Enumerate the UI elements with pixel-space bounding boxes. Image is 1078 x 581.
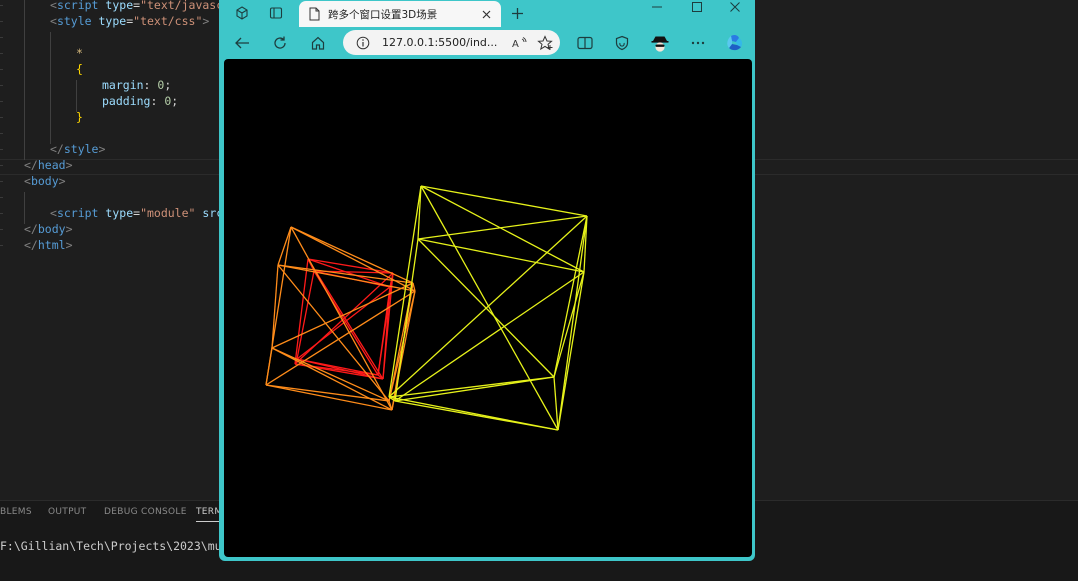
- cube-edge: [417, 238, 585, 273]
- inprivate-icon[interactable]: [649, 32, 671, 54]
- cube-edge: [394, 238, 419, 402]
- cube-edge: [277, 226, 292, 266]
- code-line[interactable]: </head>: [24, 157, 73, 173]
- cube-diagonal: [394, 400, 559, 431]
- code-line[interactable]: {: [76, 61, 83, 77]
- indent-guide: [24, 0, 25, 160]
- indent-guide: [24, 192, 25, 224]
- url-text[interactable]: 127.0.0.1:5500/ind...: [382, 36, 504, 49]
- cube-diagonal: [377, 272, 394, 376]
- code-line[interactable]: margin: 0;: [102, 77, 171, 93]
- cube-edge: [265, 384, 393, 411]
- cube-diagonal: [388, 376, 555, 398]
- orange-wireframe-cube: [265, 226, 416, 411]
- minimize-icon[interactable]: [639, 0, 675, 14]
- line-gutter: [0, 0, 8, 260]
- cube-diagonal: [417, 215, 588, 240]
- tab-output[interactable]: OUTPUT: [48, 507, 86, 517]
- code-line[interactable]: </html>: [24, 237, 73, 253]
- refresh-icon[interactable]: [269, 32, 291, 54]
- code-line[interactable]: }: [76, 109, 83, 125]
- yellow-wireframe-cube: [388, 185, 588, 431]
- cube-diagonal: [417, 238, 555, 378]
- svg-text:A: A: [512, 39, 519, 50]
- cube-diagonal: [277, 264, 390, 402]
- tab-strip: 跨多个窗口设置3D场景: [219, 0, 755, 27]
- workspaces-icon[interactable]: [231, 4, 253, 22]
- cube-diagonal: [388, 215, 588, 398]
- new-tab-icon[interactable]: [507, 4, 527, 22]
- cube-edge: [271, 264, 279, 349]
- terminal-prompt[interactable]: F:\Gillian\Tech\Projects\2023\multipl: [0, 539, 256, 553]
- address-bar[interactable]: 127.0.0.1:5500/ind... A: [343, 30, 560, 55]
- read-aloud-icon[interactable]: A: [511, 34, 529, 52]
- tab-problems[interactable]: BLEMS: [0, 507, 32, 517]
- cube-diagonal: [271, 282, 414, 349]
- browser-toolbar: 127.0.0.1:5500/ind... A: [219, 27, 755, 58]
- 3d-scene: [265, 185, 588, 431]
- code-line[interactable]: <style type="text/css">: [50, 13, 209, 29]
- code-line[interactable]: <body>: [24, 173, 66, 189]
- page-icon: [308, 7, 320, 21]
- cube-edge: [557, 215, 588, 431]
- cube-diagonal: [294, 272, 394, 365]
- indent-guide: [76, 80, 77, 112]
- cube-edge: [553, 376, 559, 431]
- tab-actions-icon[interactable]: [265, 4, 287, 22]
- split-screen-icon[interactable]: [574, 32, 596, 54]
- cube-diagonal: [290, 226, 393, 411]
- cube-diagonal: [271, 347, 393, 411]
- code-line[interactable]: </style>: [50, 141, 105, 157]
- close-window-icon[interactable]: [717, 0, 753, 14]
- cube-diagonal: [394, 271, 585, 402]
- cube-edge: [265, 347, 273, 386]
- code-line[interactable]: <script type="text/javascr: [50, 0, 230, 13]
- maximize-icon[interactable]: [679, 0, 715, 14]
- site-info-icon[interactable]: [355, 35, 371, 51]
- cube-diagonal: [277, 264, 416, 292]
- browser-window: 跨多个窗口设置3D场景 127.0.0.1:5500/ind... A: [219, 0, 755, 561]
- code-line[interactable]: <script type="module" src=: [50, 205, 230, 221]
- webgl-canvas[interactable]: [224, 59, 752, 557]
- code-line[interactable]: *: [76, 45, 83, 61]
- tab-debug-console[interactable]: DEBUG CONSOLE: [104, 507, 187, 517]
- favorite-icon[interactable]: [536, 34, 554, 52]
- home-icon[interactable]: [307, 32, 329, 54]
- code-line[interactable]: padding: 0;: [102, 93, 178, 109]
- code-line[interactable]: </body>: [24, 221, 73, 237]
- more-icon[interactable]: [687, 32, 709, 54]
- browser-essentials-icon[interactable]: [611, 32, 633, 54]
- indent-guide: [50, 32, 51, 144]
- back-icon[interactable]: [231, 32, 253, 54]
- close-tab-icon[interactable]: [479, 7, 493, 21]
- tab-title: 跨多个窗口设置3D场景: [328, 8, 438, 21]
- active-tab[interactable]: 跨多个窗口设置3D场景: [299, 1, 501, 27]
- copilot-icon[interactable]: [724, 32, 746, 54]
- cube-edge: [420, 185, 588, 217]
